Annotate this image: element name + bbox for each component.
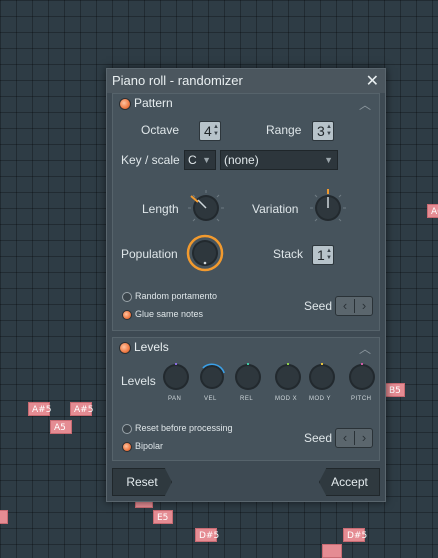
window-title: Piano roll - randomizer xyxy=(112,73,243,88)
vel-label: VEL xyxy=(204,396,217,402)
pattern-title: Pattern xyxy=(134,96,173,110)
seed-buttons[interactable]: ‹ › xyxy=(335,296,373,316)
reset-before-processing-label: Reset before processing xyxy=(135,423,233,433)
glue-same-notes-label: Glue same notes xyxy=(135,309,204,319)
reset-button[interactable]: Reset xyxy=(112,468,172,496)
chevron-down-icon: ▼ xyxy=(324,155,333,165)
stack-label: Stack xyxy=(273,247,304,261)
length-label: Length xyxy=(142,202,179,216)
levels-panel-header[interactable]: Levels ︿ xyxy=(113,338,379,358)
mod-y-knob[interactable] xyxy=(307,362,337,392)
levels-title: Levels xyxy=(134,340,169,354)
variation-label: Variation xyxy=(252,202,299,216)
key-scale-label: Key / scale xyxy=(121,153,180,167)
levels-label: Levels xyxy=(121,374,156,388)
random-portamento-label: Random portamento xyxy=(135,291,218,301)
seed-label: Seed xyxy=(304,299,333,313)
variation-knob[interactable] xyxy=(308,188,348,228)
note-block[interactable]: A#5 xyxy=(70,402,93,416)
key-select[interactable]: C ▼ xyxy=(184,150,216,170)
seed-next-icon[interactable]: › xyxy=(355,297,373,315)
close-icon[interactable]: ✕ xyxy=(366,71,379,91)
seed-prev-icon[interactable]: ‹ xyxy=(336,429,354,447)
mod-x-knob[interactable] xyxy=(273,362,303,392)
random-portamento-radio[interactable] xyxy=(122,292,132,302)
reset-before-processing-radio[interactable] xyxy=(122,424,132,434)
bipolar-label: Bipolar xyxy=(135,441,164,451)
note-block[interactable]: B5 xyxy=(385,383,405,397)
scale-value: (none) xyxy=(224,153,259,167)
glue-same-notes-radio[interactable] xyxy=(122,310,132,320)
stepper-arrows-icon[interactable]: ▲ ▼ xyxy=(326,124,332,138)
levels-seed-label: Seed xyxy=(304,431,333,445)
seed-prev-icon[interactable]: ‹ xyxy=(336,297,354,315)
population-knob[interactable] xyxy=(185,233,225,273)
octave-label: Octave xyxy=(141,123,180,137)
octave-value: 4 xyxy=(204,123,212,139)
pitch-knob[interactable] xyxy=(347,362,377,392)
vel-knob[interactable] xyxy=(197,362,227,392)
rel-knob[interactable] xyxy=(233,362,263,392)
pattern-enable-led[interactable] xyxy=(119,98,131,110)
length-knob[interactable] xyxy=(186,188,226,228)
collapse-chevron-icon[interactable]: ︿ xyxy=(359,96,371,113)
stack-stepper[interactable]: 1 ▲ ▼ xyxy=(312,245,334,265)
pan-knob[interactable] xyxy=(161,362,191,392)
accept-button[interactable]: Accept xyxy=(319,468,380,496)
stepper-arrows-icon[interactable]: ▲ ▼ xyxy=(213,124,219,138)
chevron-down-icon: ▼ xyxy=(202,155,211,165)
pitch-label: PITCH xyxy=(351,396,372,402)
note-block[interactable]: A#5 xyxy=(28,402,51,416)
note-block[interactable] xyxy=(0,510,8,524)
bipolar-radio[interactable] xyxy=(122,442,132,452)
pattern-panel: Pattern ︿ Octave 4 ▲ ▼ Range 3 ▲ ▼ Key / s… xyxy=(112,93,380,331)
stepper-arrows-icon[interactable]: ▲ ▼ xyxy=(326,248,332,262)
note-block[interactable]: D#5 xyxy=(195,528,219,542)
scale-select[interactable]: (none) ▼ xyxy=(220,150,338,170)
range-stepper[interactable]: 3 ▲ ▼ xyxy=(312,121,334,141)
note-block[interactable]: A5 xyxy=(50,420,72,434)
range-label: Range xyxy=(266,123,302,137)
pan-label: PAN xyxy=(168,396,182,402)
levels-panel: Levels ︿ Levels PAN VEL REL MOD X MOD Y … xyxy=(112,337,380,461)
collapse-chevron-icon[interactable]: ︿ xyxy=(359,340,371,357)
mod-x-label: MOD X xyxy=(275,396,298,402)
pattern-panel-header[interactable]: Pattern ︿ xyxy=(113,94,379,114)
note-block[interactable]: A6 xyxy=(427,204,438,218)
population-label: Population xyxy=(121,247,178,261)
key-value: C xyxy=(188,153,197,167)
mod-y-label: MOD Y xyxy=(309,396,332,402)
octave-stepper[interactable]: 4 ▲ ▼ xyxy=(199,121,221,141)
levels-seed-buttons[interactable]: ‹ › xyxy=(335,428,373,448)
levels-enable-led[interactable] xyxy=(119,342,131,354)
note-block[interactable]: D#5 xyxy=(343,528,367,542)
range-value: 3 xyxy=(317,123,325,139)
title-bar[interactable]: Piano roll - randomizer ✕ xyxy=(107,69,385,93)
randomizer-window: Piano roll - randomizer ✕ Pattern ︿ Octa… xyxy=(106,68,386,502)
note-block[interactable]: E5 xyxy=(153,510,173,524)
rel-label: REL xyxy=(240,396,254,402)
stack-value: 1 xyxy=(317,247,325,263)
seed-next-icon[interactable]: › xyxy=(355,429,373,447)
note-block[interactable] xyxy=(322,544,342,558)
